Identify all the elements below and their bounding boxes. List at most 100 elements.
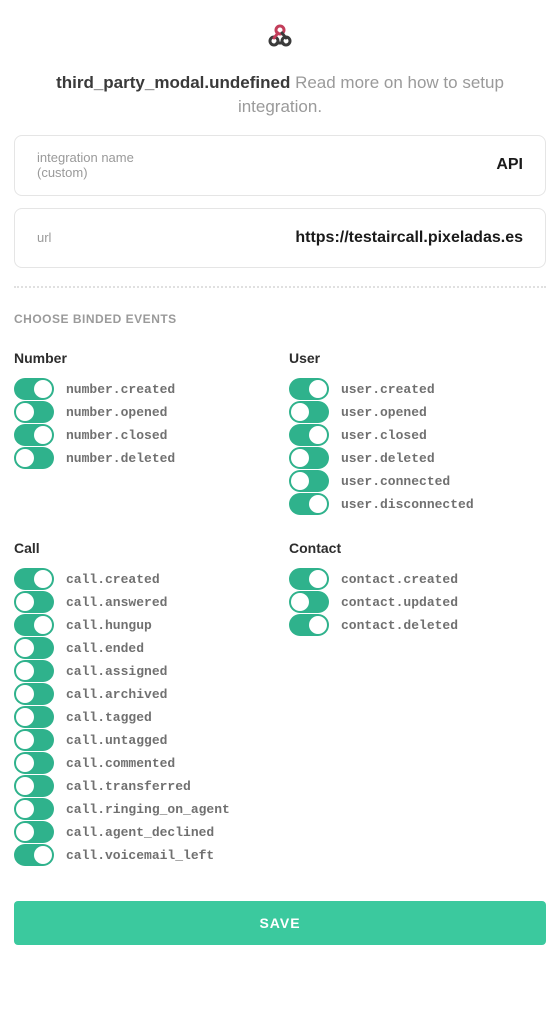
group-title: Number <box>14 350 271 366</box>
event-label: user.closed <box>341 428 427 443</box>
event-label: user.disconnected <box>341 497 474 512</box>
event-row: call.hungup <box>14 614 271 637</box>
events-section-label: CHOOSE BINDED EVENTS <box>14 312 546 326</box>
event-row: call.agent_declined <box>14 821 271 844</box>
event-label: call.voicemail_left <box>66 848 214 863</box>
event-row: user.connected <box>289 470 546 493</box>
event-toggle[interactable] <box>289 568 329 590</box>
event-label: call.tagged <box>66 710 152 725</box>
event-toggle[interactable] <box>14 821 54 843</box>
event-row: number.opened <box>14 401 271 424</box>
event-row: call.ended <box>14 637 271 660</box>
event-label: number.opened <box>66 405 167 420</box>
event-label: number.closed <box>66 428 167 443</box>
event-row: call.tagged <box>14 706 271 729</box>
modal-title: third_party_modal.undefined <box>56 73 290 92</box>
group-title: User <box>289 350 546 366</box>
event-label: contact.updated <box>341 595 458 610</box>
event-label: call.hungup <box>66 618 152 633</box>
event-toggle[interactable] <box>14 614 54 636</box>
event-toggle[interactable] <box>14 401 54 423</box>
event-row: call.untagged <box>14 729 271 752</box>
webhooks-icon <box>264 20 296 52</box>
event-row: number.created <box>14 378 271 401</box>
event-row: contact.deleted <box>289 614 546 637</box>
event-label: call.answered <box>66 595 167 610</box>
event-toggle[interactable] <box>289 424 329 446</box>
event-toggle[interactable] <box>14 729 54 751</box>
event-row: call.answered <box>14 591 271 614</box>
event-toggle[interactable] <box>14 683 54 705</box>
event-label: number.created <box>66 382 175 397</box>
logo-area <box>14 12 546 71</box>
event-toggle[interactable] <box>14 424 54 446</box>
event-toggle[interactable] <box>14 752 54 774</box>
event-row: number.deleted <box>14 447 271 470</box>
event-toggle[interactable] <box>14 568 54 590</box>
event-row: call.ringing_on_agent <box>14 798 271 821</box>
event-label: contact.created <box>341 572 458 587</box>
event-toggle[interactable] <box>14 378 54 400</box>
modal-header: third_party_modal.undefined Read more on… <box>14 71 546 135</box>
event-row: user.created <box>289 378 546 401</box>
event-toggle[interactable] <box>289 591 329 613</box>
event-toggle[interactable] <box>14 591 54 613</box>
event-toggle[interactable] <box>14 660 54 682</box>
event-toggle[interactable] <box>289 614 329 636</box>
events-row-1: Number number.created number.opened number.… <box>14 350 546 516</box>
event-toggle[interactable] <box>14 706 54 728</box>
group-call: Call call.created call.answered call.hungup… <box>14 540 271 867</box>
event-label: call.agent_declined <box>66 825 214 840</box>
integration-url-field[interactable]: url https://testaircall.pixeladas.es <box>14 208 546 268</box>
event-toggle[interactable] <box>289 378 329 400</box>
event-toggle[interactable] <box>14 447 54 469</box>
event-row: call.transferred <box>14 775 271 798</box>
group-title: Contact <box>289 540 546 556</box>
event-row: user.deleted <box>289 447 546 470</box>
events-row-2: Call call.created call.answered call.hungup… <box>14 540 546 867</box>
group-contact: Contact contact.created contact.updated con… <box>289 540 546 867</box>
group-number: Number number.created number.opened number.… <box>14 350 271 516</box>
integration-url-value: https://testaircall.pixeladas.es <box>295 229 523 247</box>
event-toggle[interactable] <box>289 470 329 492</box>
event-row: call.created <box>14 568 271 591</box>
integration-url-label: url <box>37 230 51 246</box>
event-label: user.opened <box>341 405 427 420</box>
event-label: call.created <box>66 572 160 587</box>
event-toggle[interactable] <box>289 493 329 515</box>
event-label: call.transferred <box>66 779 191 794</box>
event-row: user.opened <box>289 401 546 424</box>
event-toggle[interactable] <box>14 844 54 866</box>
integration-name-field[interactable]: integration name (custom) API <box>14 135 546 196</box>
event-label: call.assigned <box>66 664 167 679</box>
event-label: call.ended <box>66 641 144 656</box>
event-toggle[interactable] <box>14 775 54 797</box>
event-label: call.untagged <box>66 733 167 748</box>
event-toggle[interactable] <box>14 637 54 659</box>
event-row: user.closed <box>289 424 546 447</box>
event-row: call.voicemail_left <box>14 844 271 867</box>
event-row: contact.created <box>289 568 546 591</box>
event-label: user.deleted <box>341 451 435 466</box>
integration-name-label: integration name (custom) <box>37 150 134 181</box>
event-row: call.assigned <box>14 660 271 683</box>
divider <box>14 286 546 288</box>
event-label: user.connected <box>341 474 450 489</box>
event-toggle[interactable] <box>289 447 329 469</box>
event-label: contact.deleted <box>341 618 458 633</box>
group-user: User user.created user.opened user.closed us… <box>289 350 546 516</box>
event-toggle[interactable] <box>289 401 329 423</box>
event-row: number.closed <box>14 424 271 447</box>
event-label: call.archived <box>66 687 167 702</box>
event-row: call.archived <box>14 683 271 706</box>
event-label: call.commented <box>66 756 175 771</box>
event-row: contact.updated <box>289 591 546 614</box>
group-title: Call <box>14 540 271 556</box>
integration-name-value: API <box>496 156 523 174</box>
event-label: user.created <box>341 382 435 397</box>
event-row: user.disconnected <box>289 493 546 516</box>
event-row: call.commented <box>14 752 271 775</box>
save-button[interactable]: SAVE <box>14 901 546 945</box>
event-toggle[interactable] <box>14 798 54 820</box>
event-label: number.deleted <box>66 451 175 466</box>
